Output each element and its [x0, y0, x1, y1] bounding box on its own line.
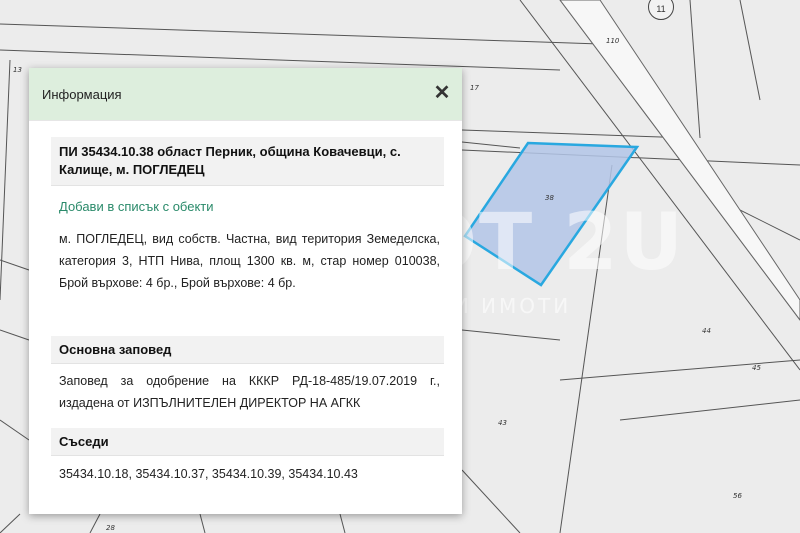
neighbors-text: 35434.10.18, 35434.10.37, 35434.10.39, 3… [59, 467, 358, 481]
parcel-number: 28 [106, 524, 115, 532]
parcel-number: 45 [752, 364, 761, 372]
popup-header: Информация ✕ [29, 68, 462, 121]
parcel-heading: ПИ 35434.10.38 област Перник, община Ков… [51, 137, 444, 186]
parcel-number: 56 [733, 492, 742, 500]
parcel-description: м. ПОГЛЕДЕЦ, вид собств. Частна, вид тер… [59, 232, 440, 290]
parcel-number: 43 [498, 419, 507, 427]
parcel-number: 44 [702, 327, 711, 335]
info-popup: Информация ✕ ПИ 35434.10.38 област Перни… [29, 68, 462, 514]
parcel-number: 13 [13, 66, 22, 74]
add-to-list-link[interactable]: Добави в списък с обекти [59, 199, 214, 214]
main-order-text: Заповед за одобрение на КККР РД-18-485/1… [59, 374, 440, 410]
close-icon: ✕ [433, 82, 451, 104]
neighbors-heading: Съседи [51, 428, 444, 456]
main-order-heading: Основна заповед [51, 336, 444, 364]
parcel-number: 17 [470, 84, 479, 92]
parcel-number: 110 [606, 37, 620, 45]
close-button[interactable]: ✕ [432, 83, 452, 103]
popup-title: Информация [42, 87, 122, 102]
